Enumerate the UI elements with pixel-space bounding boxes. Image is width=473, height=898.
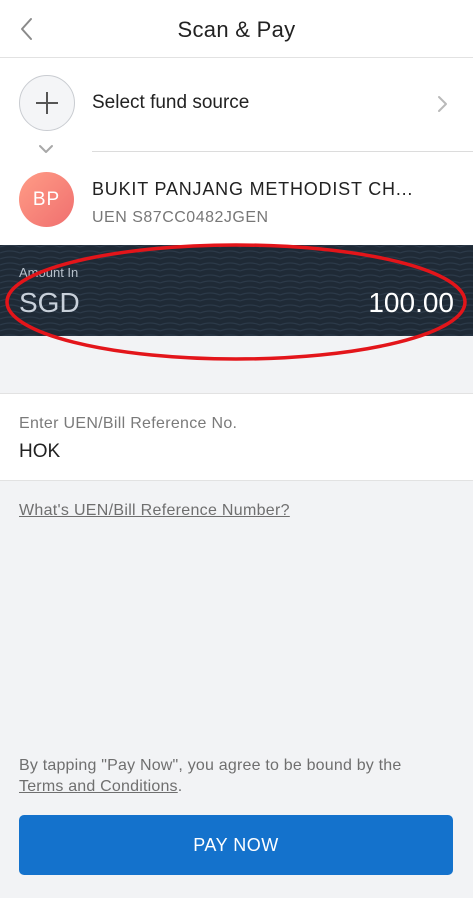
chevron-right-icon — [438, 96, 447, 112]
terms-link[interactable]: Terms and Conditions — [19, 778, 178, 795]
reference-field[interactable]: Enter UEN/Bill Reference No. HOK — [0, 393, 473, 481]
fund-source-label: Select fund source — [92, 92, 250, 113]
annotation-ellipse — [5, 243, 467, 361]
payee-row: BP BUKIT PANJANG METHODIST CH... UEN S87… — [0, 152, 473, 245]
payee-uen: UEN S87CC0482JGEN — [92, 209, 269, 226]
app-header: Scan & Pay — [0, 0, 473, 58]
plus-icon — [36, 92, 58, 114]
select-fund-source-row[interactable]: Select fund source — [0, 58, 473, 153]
payee-avatar: BP — [19, 172, 74, 227]
add-fund-source-button[interactable] — [19, 75, 75, 131]
reference-input[interactable]: HOK — [19, 441, 60, 463]
payment-details-card: Select fund source BP BUKIT PANJANG METH… — [0, 58, 473, 245]
terms-notice: By tapping "Pay Now", you agree to be bo… — [19, 755, 459, 797]
terms-suffix: . — [177, 778, 183, 795]
pay-now-button[interactable]: PAY NOW — [19, 815, 453, 875]
uen-help-link[interactable]: What's UEN/Bill Reference Number? — [19, 502, 290, 520]
page-title: Scan & Pay — [177, 17, 296, 42]
payee-name: BUKIT PANJANG METHODIST CH... — [92, 179, 414, 199]
terms-text: By tapping "Pay Now", you agree to be bo… — [19, 757, 402, 774]
reference-label: Enter UEN/Bill Reference No. — [19, 415, 238, 432]
